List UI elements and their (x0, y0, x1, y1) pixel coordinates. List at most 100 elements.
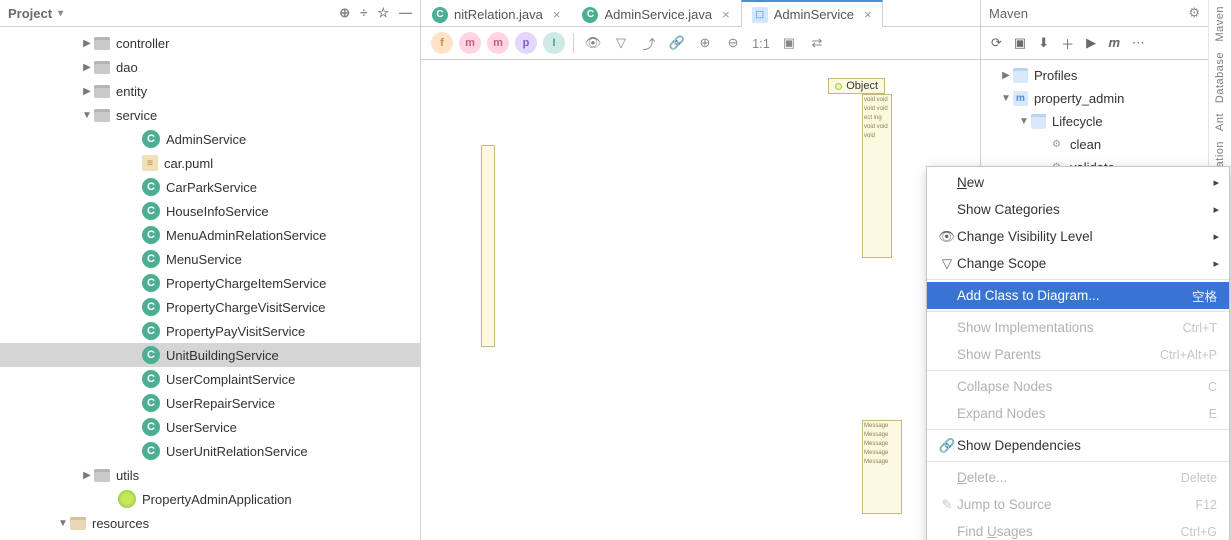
side-tab[interactable]: Ant (1214, 113, 1226, 131)
toolbar-filter-p[interactable]: p (515, 32, 537, 54)
tree-node[interactable]: ▶CUserRepairService (0, 391, 420, 415)
expand-arrow-icon[interactable]: ▶ (80, 470, 94, 481)
toolbar-filter-m[interactable]: m (487, 32, 509, 54)
project-header-icon[interactable]: ☆ (377, 5, 389, 21)
tree-node[interactable]: ▼resources (0, 511, 420, 535)
class-icon: C (142, 202, 160, 220)
menu-item[interactable]: New (927, 169, 1229, 196)
toolbar-icon[interactable]: 👁 (582, 32, 604, 54)
close-icon[interactable]: × (553, 7, 561, 22)
maven-tree-node[interactable]: ▼Lifecycle (981, 110, 1231, 133)
diagram-fragment-right-b[interactable]: Message Message Message Message Message (862, 420, 902, 514)
tree-node[interactable]: ▶CMenuService (0, 247, 420, 271)
close-icon[interactable]: × (722, 7, 730, 22)
tree-node-label: HouseInfoService (166, 204, 269, 219)
maven-toolbar-icon[interactable]: ▶ (1086, 35, 1096, 51)
tree-node-label: UserRepairService (166, 396, 275, 411)
tree-node[interactable]: ▶CPropertyChargeItemService (0, 271, 420, 295)
maven-toolbar-icon[interactable]: ▣ (1014, 35, 1026, 51)
expand-arrow-icon[interactable]: ▼ (56, 518, 70, 529)
menu-item[interactable]: 👁Change Visibility Level (927, 223, 1229, 250)
menu-shortcut: 空格 (1192, 286, 1217, 305)
toolbar-icon[interactable]: 🔗 (666, 32, 688, 54)
maven-toolbar-icon[interactable]: 𝒎 (1108, 35, 1120, 51)
tree-node[interactable]: ▶entity (0, 79, 420, 103)
close-icon[interactable]: × (864, 7, 872, 22)
maven-tree-node[interactable]: ▼mproperty_admin (981, 87, 1231, 110)
tree-node[interactable]: ▶CUserUnitRelationService (0, 439, 420, 463)
maven-toolbar-icon[interactable]: ＋ (1061, 34, 1074, 53)
expand-arrow-icon[interactable]: ▼ (1017, 116, 1031, 127)
dropdown-icon[interactable]: ▾ (58, 8, 63, 19)
menu-item-label: Jump to Source (957, 497, 1195, 512)
tree-node[interactable]: ▶CUserComplaintService (0, 367, 420, 391)
tree-node[interactable]: ▶CCarParkService (0, 175, 420, 199)
folder-icon (1031, 114, 1046, 129)
toolbar-icon[interactable]: ⊖ (722, 32, 744, 54)
maven-toolbar: ⟳ ▣ ⬇ ＋ ▶ 𝒎 ⋯ (981, 27, 1231, 60)
expand-arrow-icon[interactable]: ▶ (80, 86, 94, 97)
diagram-fragment-right-a[interactable]: void void void void ect ing void void vo… (862, 94, 892, 258)
menu-item[interactable]: 🔗Show Dependencies (927, 432, 1229, 459)
side-tab[interactable]: Database (1214, 52, 1226, 103)
expand-arrow-icon[interactable]: ▼ (80, 110, 94, 121)
maven-tree-node[interactable]: ▶⚙clean (981, 133, 1231, 156)
project-tree[interactable]: ▶ controller ▶dao▶entity▼service▶CAdminSer… (0, 27, 420, 540)
tree-node[interactable]: ▶ controller (0, 31, 420, 55)
tree-node[interactable]: ▶dao (0, 55, 420, 79)
project-header-icon[interactable]: ÷ (360, 5, 367, 21)
maven-tree-node[interactable]: ▶Profiles (981, 64, 1231, 87)
toolbar-filter-I[interactable]: I (543, 32, 565, 54)
menu-separator (927, 429, 1229, 430)
toolbar-filter-f[interactable]: f (431, 32, 453, 54)
tree-node[interactable]: ▶CPropertyPayVisitService (0, 319, 420, 343)
expand-arrow-icon[interactable]: ▶ (80, 62, 94, 73)
editor-tab[interactable]: CnitRelation.java× (421, 1, 571, 27)
tree-node[interactable]: ▶CHouseInfoService (0, 199, 420, 223)
menu-shortcut: Delete (1181, 471, 1217, 485)
maven-node-label: clean (1070, 137, 1101, 152)
maven-header-icon[interactable]: ⚙ (1188, 5, 1200, 21)
menu-item[interactable]: ▽Change Scope (927, 250, 1229, 277)
tree-node[interactable]: ▶≡car.puml (0, 151, 420, 175)
expand-arrow-icon[interactable]: ▼ (999, 93, 1013, 104)
diagram-object-node[interactable]: Object (828, 78, 885, 94)
toolbar-icon[interactable]: ▽ (610, 32, 632, 54)
toolbar-icon[interactable]: ▣ (778, 32, 800, 54)
tree-node-label: controller (116, 36, 169, 51)
toolbar-icon[interactable]: ⊕ (694, 32, 716, 54)
tree-node[interactable]: ▶ utils (0, 463, 420, 487)
tree-node-label: utils (116, 468, 139, 483)
side-tab[interactable]: Maven (1214, 6, 1226, 42)
diagram-canvas[interactable]: Object void void void void ect ing void … (421, 60, 980, 540)
editor-tab[interactable]: CAdminService.java× (571, 1, 740, 27)
tree-node[interactable]: ▼service (0, 103, 420, 127)
project-header-icon[interactable]: ⊕ (339, 5, 350, 21)
tree-node[interactable]: ▶CUserService (0, 415, 420, 439)
tree-node[interactable]: ▶CMenuAdminRelationService (0, 223, 420, 247)
menu-item[interactable]: Add Class to Diagram...空格 (927, 282, 1229, 309)
toolbar-icon[interactable]: ⇄ (806, 32, 828, 54)
tree-node[interactable]: ▶CUnitBuildingService (0, 343, 420, 367)
diagram-fragment-left[interactable] (481, 145, 495, 347)
tree-node[interactable]: ▶CAdminService (0, 127, 420, 151)
maven-toolbar-icon[interactable]: ⋯ (1132, 35, 1145, 51)
menu-item-label: Delete... (957, 470, 1181, 485)
tree-node[interactable]: ▶PropertyAdminApplication (0, 487, 420, 511)
toolbar-filter-m[interactable]: m (459, 32, 481, 54)
toolbar-icon[interactable]: ⤴ (638, 32, 660, 54)
tree-node[interactable]: ▶CPropertyChargeVisitService (0, 295, 420, 319)
editor-tab[interactable]: ⬚AdminService× (741, 0, 883, 27)
menu-item[interactable]: Show Categories (927, 196, 1229, 223)
menu-item-label: Show Parents (957, 347, 1160, 362)
expand-arrow-icon[interactable]: ▶ (999, 70, 1013, 81)
toolbar-icon[interactable]: 1:1 (750, 32, 772, 54)
maven-toolbar-icon[interactable]: ⟳ (991, 35, 1002, 51)
maven-toolbar-icon[interactable]: ⬇ (1038, 35, 1049, 51)
project-header-icon[interactable]: — (399, 5, 412, 21)
expand-arrow-icon[interactable]: ▶ (80, 38, 94, 49)
uml-icon: ⬚ (752, 7, 768, 23)
menu-lead-icon: ▽ (937, 256, 957, 272)
tree-node-label: UserUnitRelationService (166, 444, 308, 459)
menu-separator (927, 370, 1229, 371)
